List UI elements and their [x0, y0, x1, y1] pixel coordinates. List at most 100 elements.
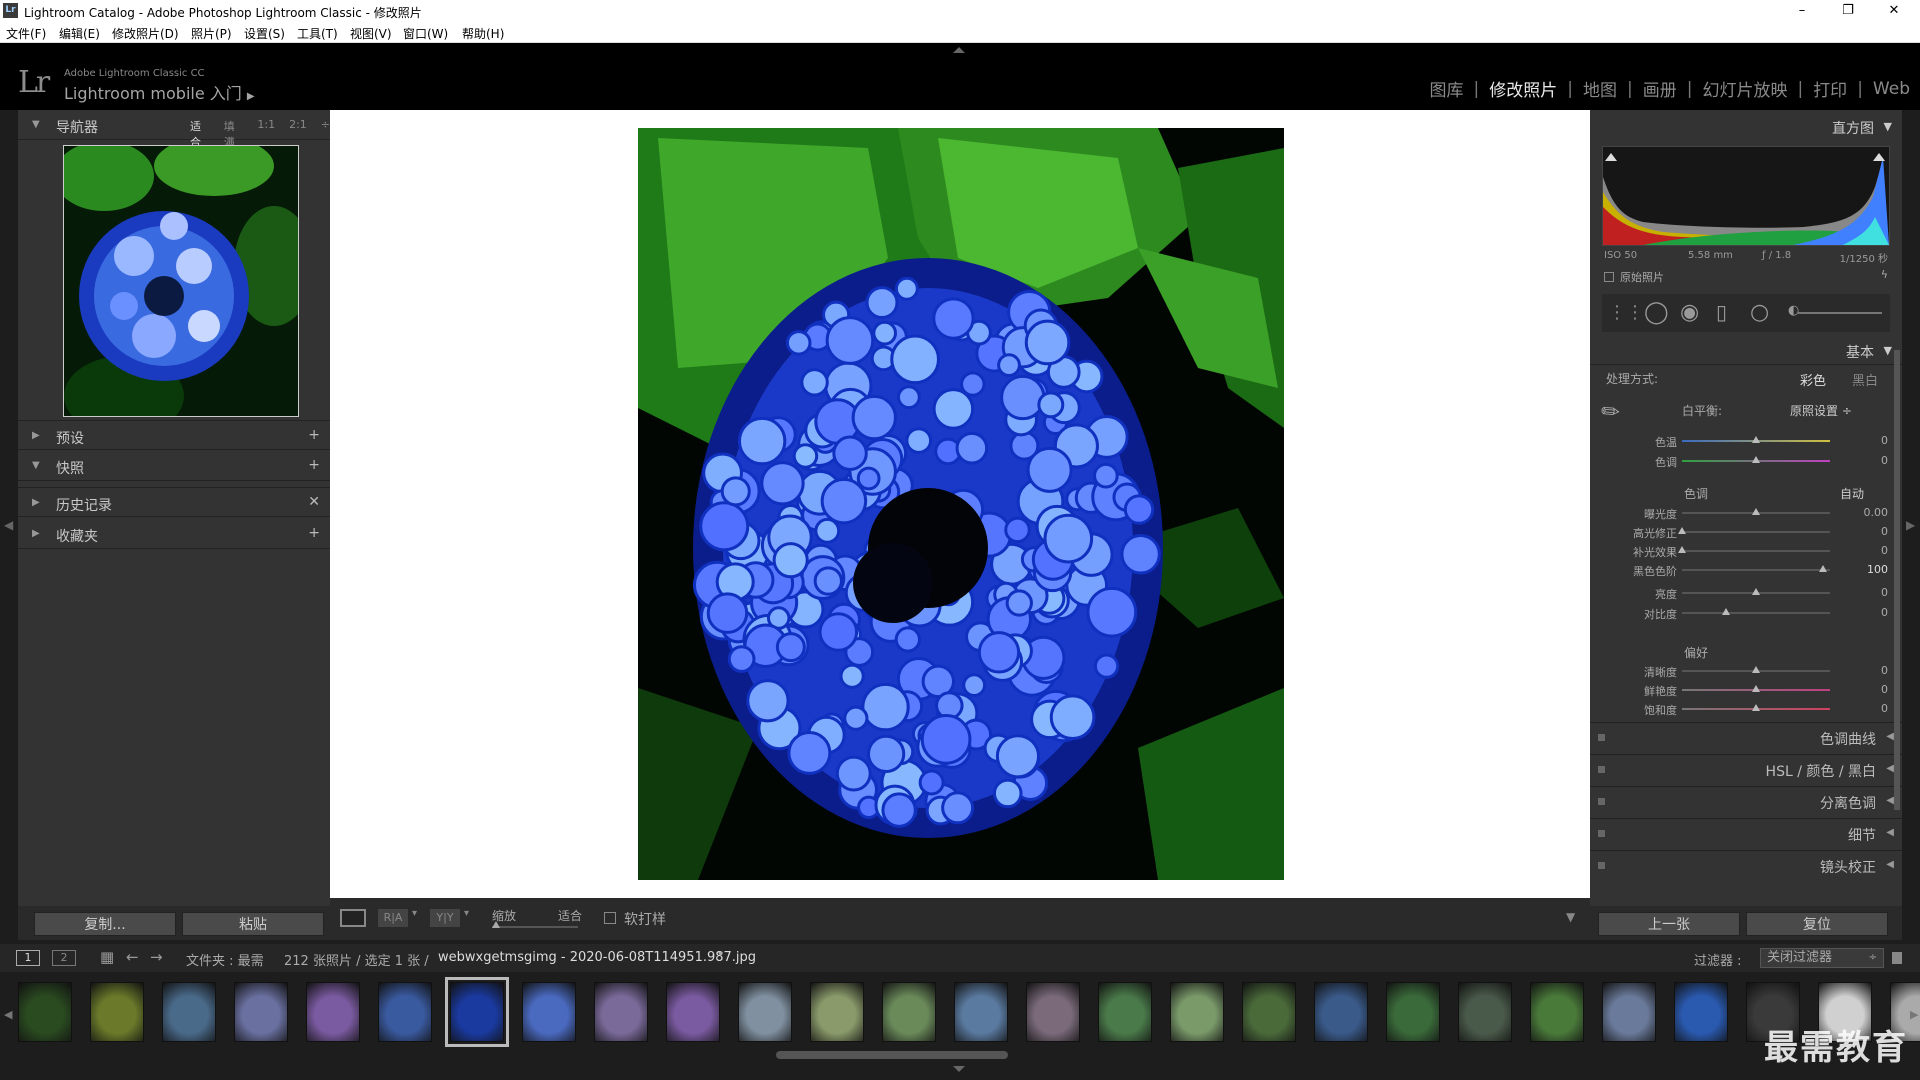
history-panel-header[interactable]: ▶ 历史记录 ✕	[18, 487, 330, 517]
menu-edit[interactable]: 编辑(E)	[59, 25, 100, 42]
add-snapshot-icon[interactable]: +	[308, 457, 320, 473]
slider-value[interactable]: 0	[1858, 525, 1888, 538]
histogram-collapse-icon[interactable]: ▼	[1884, 120, 1892, 133]
basic-collapse-icon[interactable]: ▼	[1884, 344, 1892, 357]
module-book[interactable]: 画册	[1643, 76, 1677, 101]
filmstrip-thumbnail[interactable]	[1170, 982, 1224, 1042]
slider-曝光度[interactable]: 曝光度 0.00	[1590, 504, 1902, 522]
filmstrip-thumbnail[interactable]	[378, 982, 432, 1042]
filmstrip-thumbnail[interactable]	[1530, 982, 1584, 1042]
filmstrip-thumbnail[interactable]	[954, 982, 1008, 1042]
filmstrip-scroll-left-icon[interactable]: ◀	[4, 1008, 12, 1021]
back-arrow-icon[interactable]: ←	[126, 948, 139, 966]
filmstrip-thumbnail[interactable]	[162, 982, 216, 1042]
menu-tools[interactable]: 工具(T)	[297, 25, 338, 42]
menu-settings[interactable]: 设置(S)	[244, 25, 285, 42]
menu-photo[interactable]: 照片(P)	[191, 25, 232, 42]
slider-value[interactable]: 0	[1858, 683, 1888, 696]
collapse-top-icon[interactable]	[953, 47, 965, 53]
filmstrip-thumbnail[interactable]	[1098, 982, 1152, 1042]
collapse-right-icon[interactable]: ▶	[1906, 518, 1915, 532]
slider-knob[interactable]	[1752, 588, 1760, 595]
zoom-stepper-icon[interactable]: ÷	[321, 118, 330, 150]
switch-icon[interactable]	[1598, 862, 1605, 869]
filmstrip-thumbnail[interactable]	[1602, 982, 1656, 1042]
mobile-getting-started[interactable]: Lightroom mobile 入门 ▶	[64, 80, 255, 104]
slider-knob[interactable]	[1752, 508, 1760, 515]
toolbar-menu-icon[interactable]: ▼	[1566, 910, 1575, 924]
adjustment-brush-slider[interactable]	[1798, 312, 1882, 314]
module-slideshow[interactable]: 幻灯片放映	[1702, 76, 1787, 101]
switch-icon[interactable]	[1598, 734, 1605, 741]
menu-file[interactable]: 文件(F)	[6, 25, 46, 42]
slider-value[interactable]: 0	[1858, 544, 1888, 557]
spot-removal-icon[interactable]: ◯	[1644, 300, 1669, 325]
slider-清晰度[interactable]: 清晰度 0	[1590, 662, 1902, 680]
slider-track[interactable]	[1682, 612, 1830, 614]
navigator-preview[interactable]	[63, 145, 299, 417]
secondary-window-button[interactable]: 2	[52, 950, 76, 966]
copy-settings-button[interactable]: 复制...	[34, 912, 176, 936]
add-preset-icon[interactable]: +	[308, 427, 320, 443]
hsl-section[interactable]: HSL / 颜色 / 黑白 ◀	[1590, 754, 1902, 784]
red-eye-icon[interactable]: ◉	[1680, 300, 1699, 325]
right-panel-scrollbar[interactable]	[1894, 350, 1900, 810]
filmstrip-thumbnail[interactable]	[445, 977, 509, 1047]
slider-色调[interactable]: 色调 0	[1590, 452, 1902, 470]
dropdown-arrow-icon[interactable]: ▾	[464, 908, 469, 919]
switch-icon[interactable]	[1598, 766, 1605, 773]
module-library[interactable]: 图库	[1430, 76, 1464, 101]
split-toning-section[interactable]: 分离色调 ◀	[1590, 786, 1902, 816]
filmstrip-scrollbar[interactable]	[776, 1051, 1008, 1059]
radial-filter-icon[interactable]: ○	[1750, 300, 1769, 325]
filter-lock-icon[interactable]	[1892, 952, 1902, 964]
filmstrip-thumbnail[interactable]	[522, 982, 576, 1042]
wb-eyedropper-icon[interactable]: ✎	[1596, 397, 1626, 428]
slider-value[interactable]: 100	[1858, 563, 1888, 576]
main-photo[interactable]	[638, 128, 1284, 880]
slider-knob[interactable]	[1752, 685, 1760, 692]
minimize-button[interactable]: –	[1780, 0, 1824, 22]
folder-source[interactable]: 文件夹 : 最需	[186, 950, 264, 969]
filmstrip-thumbnail[interactable]	[810, 982, 864, 1042]
collapse-bottom-icon[interactable]	[953, 1066, 965, 1072]
graduated-filter-icon[interactable]: ▯	[1716, 300, 1727, 324]
slider-黑色色阶[interactable]: 黑色色阶 100	[1590, 561, 1902, 579]
filmstrip-thumbnail[interactable]	[234, 982, 288, 1042]
paste-settings-button[interactable]: 粘贴	[182, 912, 324, 936]
clear-history-icon[interactable]: ✕	[308, 494, 320, 510]
module-print[interactable]: 打印	[1813, 76, 1847, 101]
slider-value[interactable]: 0.00	[1858, 506, 1889, 519]
slider-鲜艳度[interactable]: 鲜艳度 0	[1590, 681, 1902, 699]
grid-view-icon[interactable]: ▦	[100, 948, 114, 966]
dropdown-arrow-icon[interactable]: ▾	[412, 908, 417, 919]
slider-value[interactable]: 0	[1858, 606, 1888, 619]
filmstrip-thumbnail[interactable]	[594, 982, 648, 1042]
slider-knob[interactable]	[1752, 436, 1760, 443]
lens-correction-section[interactable]: 镜头校正 ◀	[1590, 850, 1902, 880]
menu-window[interactable]: 窗口(W)	[403, 25, 448, 42]
filmstrip-thumbnail[interactable]	[1458, 982, 1512, 1042]
filmstrip-thumbnail[interactable]	[90, 982, 144, 1042]
treatment-bw-option[interactable]: 黑白	[1852, 370, 1878, 389]
module-develop[interactable]: 修改照片	[1489, 76, 1557, 101]
slider-knob[interactable]	[1752, 456, 1760, 463]
slider-knob[interactable]	[1752, 704, 1760, 711]
navigator-header[interactable]: ▼ 导航器 适合 填满 1:1 2:1 ÷	[18, 110, 330, 149]
auto-tone-button[interactable]: 自动	[1840, 485, 1864, 502]
filmstrip-thumbnail[interactable]	[306, 982, 360, 1042]
menu-view[interactable]: 视图(V)	[350, 25, 392, 42]
close-button[interactable]: ✕	[1872, 0, 1916, 22]
slider-色温[interactable]: 色温 0	[1590, 432, 1902, 450]
filmstrip-thumbnail[interactable]	[18, 982, 72, 1042]
slider-value[interactable]: 0	[1858, 454, 1888, 467]
slider-value[interactable]: 0	[1858, 586, 1888, 599]
maximize-button[interactable]: ❐	[1826, 0, 1870, 22]
filmstrip-thumbnail[interactable]	[1242, 982, 1296, 1042]
loupe-view-icon[interactable]	[340, 909, 366, 927]
slider-饱和度[interactable]: 饱和度 0	[1590, 700, 1902, 718]
switch-icon[interactable]	[1598, 830, 1605, 837]
reset-button[interactable]: 复位	[1746, 912, 1888, 936]
filmstrip-thumbnail[interactable]	[666, 982, 720, 1042]
menu-help[interactable]: 帮助(H)	[462, 25, 504, 42]
